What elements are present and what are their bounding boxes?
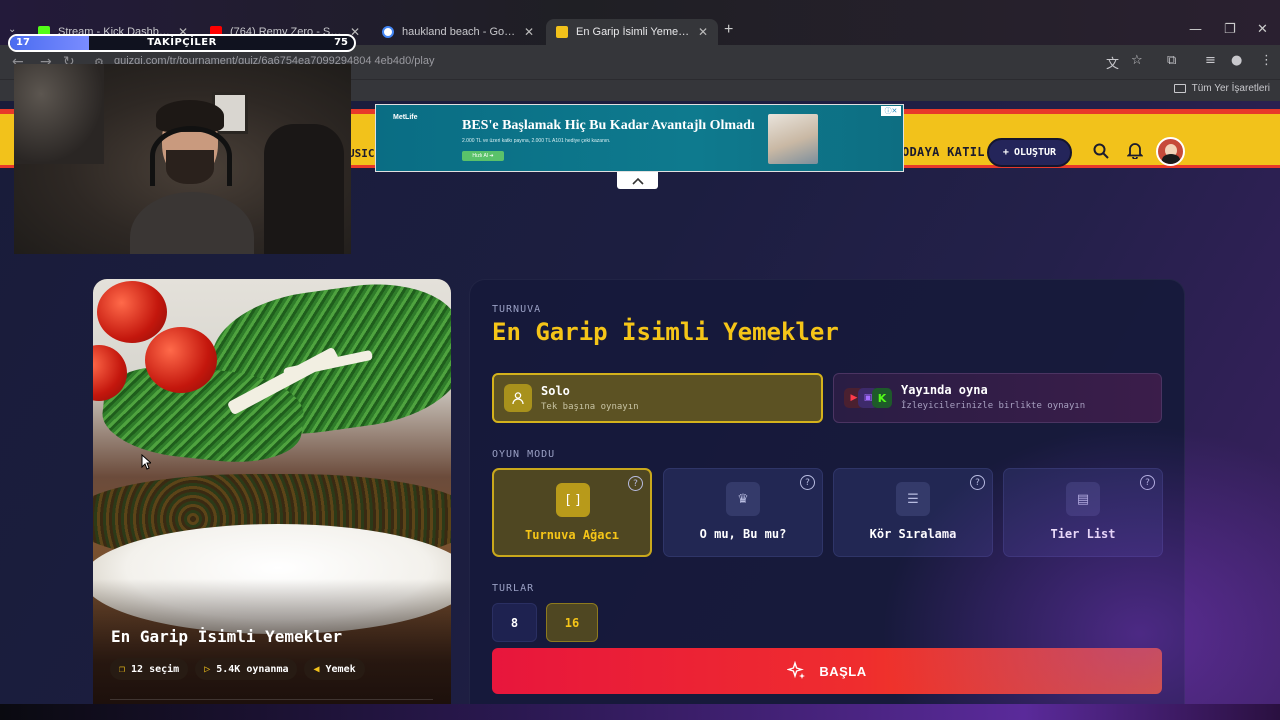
stream-title: Yayında oyna [901,383,988,397]
quiz-favicon-icon [556,26,568,38]
badge-label: Yemek [325,663,356,675]
divider [110,699,433,700]
close-tab-icon[interactable]: ✕ [524,25,534,39]
ad-photo [768,114,818,164]
webcam-overlay [14,64,351,254]
help-icon[interactable]: ? [628,476,643,491]
media-control-icon[interactable]: ≡ [1205,53,1216,68]
mode-label: Tier List [1050,527,1116,541]
ad-title: BES'e Başlamak Hiç Bu Kadar Avantajlı Ol… [462,118,755,133]
card-badges: ❐ 12 seçim ▷ 5.4K oynanma ◀ Yemek [110,658,365,680]
start-button[interactable]: BAŞLA [492,648,1162,694]
help-icon[interactable]: ? [800,475,815,490]
help-icon[interactable]: ? [1140,475,1155,490]
ad-info-icon[interactable]: ⓘ✕ [881,106,901,116]
start-label: BAŞLA [819,663,867,679]
solo-option[interactable]: Solo Tek başına oynayın [492,373,823,423]
rows-icon: ▤ [1066,482,1100,516]
restore-icon[interactable]: ❐ [1224,22,1236,37]
mode-this-or-that[interactable]: ♛ ? O mu, Bu mu? [663,468,823,557]
all-bookmarks-button[interactable]: Tüm Yer İşaretleri [1173,83,1270,94]
badge-category: ◀ Yemek [304,658,365,680]
ad-subtitle: 2.000 TL ve üzeri katkı payına, 2.000 TL… [462,138,611,144]
round-option-8[interactable]: 8 [492,603,537,642]
tab-label: haukland beach - Google'da Ar... [402,26,516,38]
ad-cta-button[interactable]: Hızlı Al ➔ [462,151,504,161]
translate-icon[interactable]: 文 [1106,53,1119,72]
advertisement-banner[interactable]: MetLife BES'e Başlamak Hiç Bu Kadar Avan… [375,104,904,172]
bookmark-star-icon[interactable]: ☆ [1131,53,1143,68]
badge-label: 5.4K oynanma [216,663,289,675]
follower-goal-count: 75 [334,37,348,48]
stack-icon: ❐ [119,663,126,675]
sparkle-icon [787,661,806,679]
mode-blind-ranking[interactable]: ☰ ? Kör Sıralama [833,468,993,557]
crown-icon: ♛ [726,482,760,516]
badge-plays: ▷ 5.4K oynanma [195,658,298,680]
page-title: En Garip İsimli Yemekler [492,318,839,346]
tab-label: En Garip İsimli Yemekler - Tier L [576,26,690,38]
profile-icon[interactable]: ● [1231,53,1242,68]
mode-tournament-bracket[interactable]: [ ] ? Turnuva Ağacı [492,468,652,557]
bell-icon[interactable] [1127,142,1143,159]
mode-tier-list[interactable]: ▤ ? Tier List [1003,468,1163,557]
mode-label: O mu, Bu mu? [699,527,787,541]
tab-google-search[interactable]: haukland beach - Google'da Ar... ✕ [372,19,544,45]
create-button[interactable]: + OLUŞTUR [987,138,1072,167]
minimize-icon[interactable]: — [1189,22,1202,37]
menu-kebab-icon[interactable]: ⋮ [1260,53,1273,68]
chevron-up-icon [631,177,644,185]
all-bookmarks-label: Tüm Yer İşaretleri [1191,83,1270,94]
tag-icon: ◀ [313,663,320,675]
badge-label: 12 seçim [131,663,180,675]
panel-kicker: TURNUVA [492,304,542,315]
follower-goal-bar: 17 TAKİPÇİLER 75 [8,34,356,52]
google-favicon-icon [382,26,394,38]
mode-label: Turnuva Ağacı [525,528,619,542]
help-icon[interactable]: ? [970,475,985,490]
play-icon: ▷ [204,663,211,675]
kick-icon: K [872,388,892,408]
join-room-link[interactable]: ODAYA KATIL [902,145,985,159]
close-tab-icon[interactable]: ✕ [698,25,708,39]
solo-title: Solo [541,384,570,398]
streamer [130,100,254,254]
folder-icon [1173,84,1186,93]
extensions-icon[interactable]: ⧉ [1167,53,1176,68]
rounds-section-label: TURLAR [492,583,535,594]
badge-choices: ❐ 12 seçim [110,658,189,680]
mode-label: Kör Sıralama [869,527,957,541]
nav-link-music[interactable]: USIC [348,147,375,160]
mode-section-label: OYUN MODU [492,449,556,460]
card-title: En Garip İsimli Yemekler [111,627,343,646]
solo-subtitle: Tek başına oynayın [541,402,639,412]
quiz-cover-card[interactable]: En Garip İsimli Yemekler ❐ 12 seçim ▷ 5.… [93,279,451,704]
tab-quiz-active[interactable]: En Garip İsimli Yemekler - Tier L ✕ [546,19,718,45]
stream-option[interactable]: ▶ ▣ K Yayında oyna İzleyicilerinizle bir… [833,373,1162,423]
avatar[interactable] [1156,137,1185,166]
taskbar-strip [0,704,1280,720]
user-icon [504,384,532,412]
headset-icon [150,126,232,186]
bracket-icon: [ ] [556,483,590,517]
round-option-16[interactable]: 16 [546,603,598,642]
create-label: OLUŞTUR [1013,147,1057,158]
ordered-list-icon: ☰ [896,482,930,516]
collapse-ad-button[interactable] [617,172,658,189]
new-tab-icon[interactable]: + [724,21,733,39]
close-window-icon[interactable]: ✕ [1257,22,1268,37]
ad-brand: MetLife [393,114,418,121]
search-icon[interactable] [1093,143,1109,159]
follower-goal-title: TAKİPÇİLER [147,37,217,48]
plus-icon: + [1002,147,1009,158]
mouse-cursor-icon [141,454,151,470]
quiz-settings-panel: TURNUVA En Garip İsimli Yemekler Solo Te… [469,279,1185,704]
stream-subtitle: İzleyicilerinizle birlikte oynayın [901,401,1086,411]
